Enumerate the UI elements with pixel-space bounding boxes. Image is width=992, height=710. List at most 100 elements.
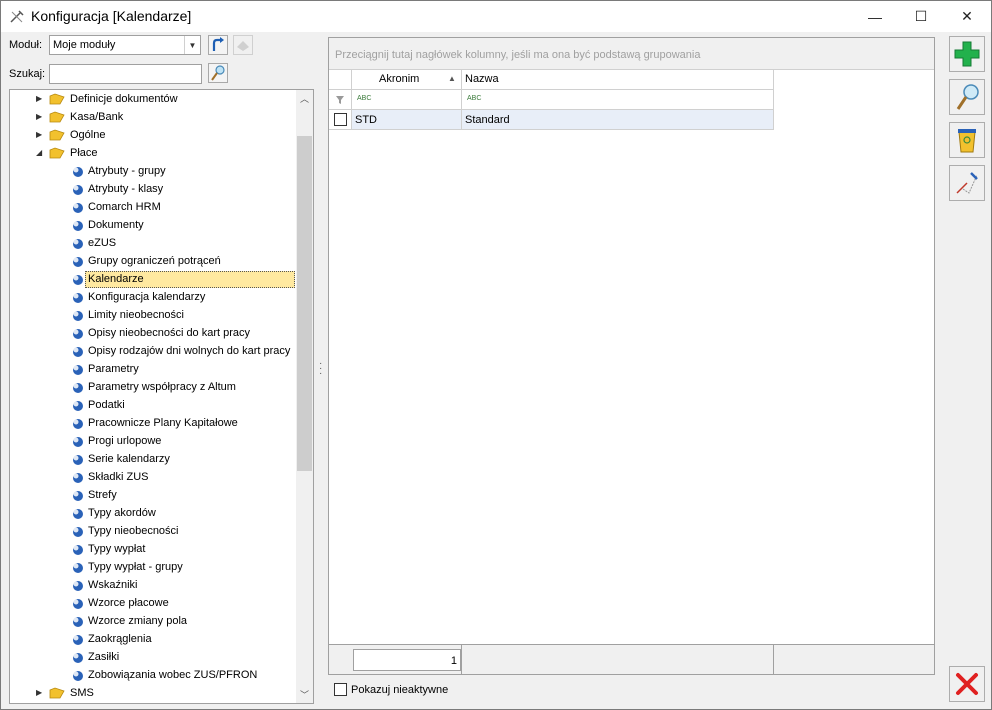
tree-scrollbar[interactable]: ︿ ﹀ xyxy=(296,90,313,703)
tree-item-label: Typy wypłat xyxy=(88,543,146,555)
maximize-button[interactable]: ☐ xyxy=(898,1,944,32)
config-icon xyxy=(73,275,83,285)
tree-item[interactable]: Parametry xyxy=(10,360,298,378)
config-icon xyxy=(73,473,83,483)
delete-button[interactable] xyxy=(949,122,985,158)
tree-item-label: Serie kalendarzy xyxy=(88,453,170,465)
config-icon xyxy=(73,221,83,231)
config-icon xyxy=(73,239,83,249)
config-icon xyxy=(73,257,83,267)
search-input[interactable] xyxy=(49,64,202,84)
tree-item[interactable]: eZUS xyxy=(10,234,298,252)
scroll-down-icon[interactable]: ﹀ xyxy=(296,686,313,703)
add-button[interactable] xyxy=(949,36,985,72)
chevron-down-icon[interactable]: ▼ xyxy=(184,36,200,54)
filter-nazwa[interactable]: ABC xyxy=(462,90,774,110)
tree-item[interactable]: Typy wypłat - grupy xyxy=(10,558,298,576)
folder-icon xyxy=(49,93,65,105)
tree-item[interactable]: Wskaźniki xyxy=(10,576,298,594)
tree-item[interactable]: Typy akordów xyxy=(10,504,298,522)
tree-item[interactable]: Zaokrąglenia xyxy=(10,630,298,648)
tree-item[interactable]: Składki ZUS xyxy=(10,468,298,486)
tree-item[interactable]: Typy wypłat xyxy=(10,540,298,558)
filter-row-indicator[interactable] xyxy=(329,90,352,110)
tree-item[interactable]: Comarch HRM xyxy=(10,198,298,216)
column-header-nazwa[interactable]: Nazwa xyxy=(462,70,774,90)
show-inactive-checkbox[interactable] xyxy=(334,683,347,696)
row-select-cell[interactable] xyxy=(329,110,352,130)
tree-item-label: Pracownicze Plany Kapitałowe xyxy=(88,417,238,429)
tree-item[interactable]: ▶ Kasa/Bank xyxy=(10,108,298,126)
filter-akronim[interactable]: ABC xyxy=(352,90,462,110)
tree-item[interactable]: Wzorce zmiany pola xyxy=(10,612,298,630)
tree-item[interactable]: ▶ SMS xyxy=(10,684,298,702)
pane-splitter[interactable]: · · · xyxy=(319,359,323,379)
tree-item[interactable]: Serie kalendarzy xyxy=(10,450,298,468)
group-by-bar[interactable]: Przeciągnij tutaj nagłówek kolumny, jeśl… xyxy=(329,38,934,70)
tree-item[interactable]: Zobowiązania wobec ZUS/PFRON xyxy=(10,666,298,684)
expand-arrow-icon[interactable]: ▶ xyxy=(36,129,46,141)
expand-arrow-icon[interactable]: ▶ xyxy=(36,687,46,699)
bulk-action-button[interactable] xyxy=(949,165,985,201)
tree-item[interactable]: Opisy rodzajów dni wolnych do kart pracy xyxy=(10,342,298,360)
minimize-icon: — xyxy=(868,8,882,25)
close-button[interactable] xyxy=(949,666,985,702)
scroll-up-icon[interactable]: ︿ xyxy=(296,90,313,107)
table-cell-nazwa[interactable]: Standard xyxy=(462,110,774,130)
tree-item[interactable]: Typy nieobecności xyxy=(10,522,298,540)
scroll-thumb[interactable] xyxy=(297,136,312,471)
expand-arrow-icon[interactable]: ▶ xyxy=(36,111,46,123)
tree-item[interactable]: ▶ Definicje dokumentów xyxy=(10,90,298,108)
close-window-button[interactable]: ✕ xyxy=(944,1,990,32)
tree-item[interactable]: Progi urlopowe xyxy=(10,432,298,450)
text-filter-icon: ABC xyxy=(467,95,482,102)
tree-item[interactable]: Pracownicze Plany Kapitałowe xyxy=(10,414,298,432)
tree-item[interactable]: Atrybuty - klasy xyxy=(10,180,298,198)
row-count: 1 xyxy=(450,655,457,667)
tree-item[interactable]: Parametry współpracy z Altum xyxy=(10,378,298,396)
tree-item[interactable]: Kalendarze xyxy=(10,270,298,288)
sort-asc-icon: ▲ xyxy=(448,74,456,83)
tree-item-label: Zobowiązania wobec ZUS/PFRON xyxy=(88,669,258,681)
search-label: Szukaj: xyxy=(9,68,46,80)
tree-item[interactable]: Opisy nieobecności do kart pracy xyxy=(10,324,298,342)
window-title: Konfiguracja [Kalendarze] xyxy=(31,8,192,24)
filter-icon xyxy=(336,96,344,104)
refresh-button[interactable] xyxy=(208,35,228,55)
row-checkbox[interactable] xyxy=(334,113,347,126)
config-icon xyxy=(73,383,83,393)
tree-item[interactable]: Podatki xyxy=(10,396,298,414)
config-icon xyxy=(73,437,83,447)
config-icon xyxy=(73,617,83,627)
minimize-button[interactable]: — xyxy=(852,1,898,32)
table-cell-akronim[interactable]: STD xyxy=(352,110,462,130)
tree-item-label: Limity nieobecności xyxy=(88,309,184,321)
config-tree[interactable]: ▶ SMS Zobowiązania wobec ZUS/PFRON Zasiłki Z… xyxy=(9,89,314,704)
tree-item[interactable]: Limity nieobecności xyxy=(10,306,298,324)
collapse-arrow-icon[interactable]: ◢ xyxy=(36,147,46,159)
disabled-tool-button[interactable] xyxy=(233,35,253,55)
tree-item[interactable]: ◢ Płace xyxy=(10,144,298,162)
tree-item[interactable]: Wzorce płacowe xyxy=(10,594,298,612)
show-inactive-label[interactable]: Pokazuj nieaktywne xyxy=(351,684,448,696)
row-count-box: 1 xyxy=(353,649,461,671)
tree-item[interactable]: Dokumenty xyxy=(10,216,298,234)
config-window: Konfiguracja [Kalendarze] — ☐ ✕ Moduł: M… xyxy=(0,0,992,710)
text-filter-icon: ABC xyxy=(357,95,372,102)
tree-item-label: Parametry xyxy=(88,363,139,375)
tree-item[interactable]: ▶ Ogólne xyxy=(10,126,298,144)
tree-item[interactable]: Strefy xyxy=(10,486,298,504)
tree-item-label: Płace xyxy=(70,147,98,159)
plus-icon xyxy=(954,41,980,67)
search-button[interactable] xyxy=(208,63,228,83)
expand-arrow-icon[interactable]: ▶ xyxy=(36,93,46,105)
tree-item[interactable]: Grupy ograniczeń potrąceń xyxy=(10,252,298,270)
column-header-akronim[interactable]: Akronim ▲ xyxy=(352,70,462,90)
config-icon xyxy=(73,491,83,501)
tree-item[interactable]: Atrybuty - grupy xyxy=(10,162,298,180)
tree-item[interactable]: Konfiguracja kalendarzy xyxy=(10,288,298,306)
column-header-label: Nazwa xyxy=(465,73,499,85)
edit-button[interactable] xyxy=(949,79,985,115)
tree-item[interactable]: Zasiłki xyxy=(10,648,298,666)
module-select[interactable]: Moje moduły ▼ xyxy=(49,35,201,55)
